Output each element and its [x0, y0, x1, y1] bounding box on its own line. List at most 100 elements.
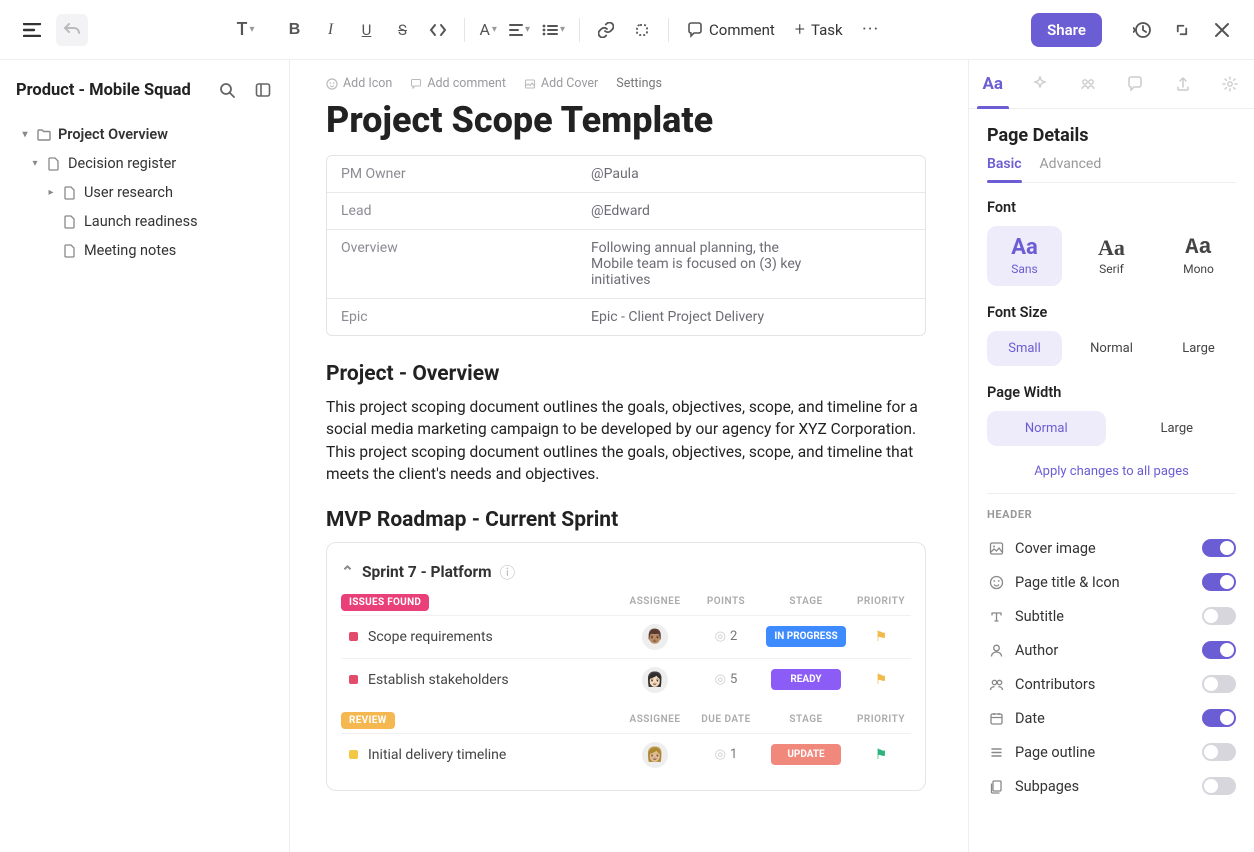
toggle-switch[interactable]	[1202, 607, 1236, 625]
font-option-mono[interactable]: AaMono	[1161, 226, 1236, 286]
text-icon	[987, 609, 1005, 624]
priority-flag-icon[interactable]: ⚑	[875, 747, 888, 763]
tree-item-project-overview[interactable]: ▾ Project Overview	[16, 120, 277, 149]
section-tag-issues[interactable]: ISSUES FOUND	[341, 594, 429, 611]
subtab-advanced[interactable]: Advanced	[1040, 156, 1102, 182]
subtab-basic[interactable]: Basic	[987, 156, 1022, 182]
stage-pill[interactable]: READY	[771, 669, 841, 690]
settings-action[interactable]: Settings	[616, 76, 662, 91]
unlink-button[interactable]	[626, 14, 658, 46]
task-button[interactable]: + Task	[787, 13, 851, 46]
toggle-switch[interactable]	[1202, 777, 1236, 795]
tree-item-launch-readiness[interactable]: Launch readiness	[16, 207, 277, 236]
font-section-label: Font	[987, 199, 1236, 216]
apply-all-link[interactable]: Apply changes to all pages	[987, 464, 1236, 479]
toggle-switch[interactable]	[1202, 743, 1236, 761]
info-row-overview[interactable]: OverviewFollowing annual planning, the M…	[327, 229, 925, 298]
toggle-row-author: Author	[987, 633, 1236, 667]
toggle-label: Page title & Icon	[1015, 574, 1120, 591]
col-header: STAGE	[761, 714, 851, 725]
text-style-dropdown[interactable]: T▾	[232, 14, 258, 46]
toggle-row-cover-image: Cover image	[987, 531, 1236, 565]
page-width-label: Page Width	[987, 384, 1236, 401]
add-cover-action[interactable]: Add Cover	[524, 76, 598, 91]
doc-meta-actions: Add Icon Add comment Add Cover Settings	[326, 76, 932, 91]
collapse-icon[interactable]	[1166, 14, 1198, 46]
width-option-large[interactable]: Large	[1118, 411, 1237, 446]
close-icon[interactable]	[1206, 14, 1238, 46]
col-header: POINTS	[691, 596, 761, 607]
add-comment-action[interactable]: Add comment	[410, 76, 506, 91]
tree-item-user-research[interactable]: ▸ User research	[16, 178, 277, 207]
add-icon-action[interactable]: Add Icon	[326, 76, 392, 91]
size-option-large[interactable]: Large	[1161, 331, 1236, 366]
comment-button[interactable]: Comment	[679, 15, 783, 45]
link-button[interactable]	[590, 14, 622, 46]
toggle-switch[interactable]	[1202, 675, 1236, 693]
font-option-sans[interactable]: AaSans	[987, 226, 1062, 286]
toggle-row-subpages: Subpages	[987, 769, 1236, 803]
tree-item-meeting-notes[interactable]: Meeting notes	[16, 236, 277, 265]
tab-export[interactable]	[1159, 60, 1207, 108]
task-row[interactable]: Establish stakeholders 👩🏻 ◎5 READY ⚑	[341, 658, 911, 701]
italic-button[interactable]: I	[314, 14, 346, 46]
size-option-normal[interactable]: Normal	[1074, 331, 1149, 366]
tab-details[interactable]: Aa	[969, 60, 1017, 108]
font-options: AaSans AaSerif AaMono	[987, 226, 1236, 286]
toggle-label: Subtitle	[1015, 608, 1064, 625]
heading-mvp-roadmap[interactable]: MVP Roadmap - Current Sprint	[326, 508, 932, 532]
text-style-group: T▾ B I U S A▾ ▾ ▾	[232, 13, 886, 46]
search-icon[interactable]	[213, 76, 241, 104]
priority-flag-icon[interactable]: ⚑	[875, 629, 888, 645]
overview-paragraph[interactable]: This project scoping document outlines t…	[326, 396, 932, 486]
sprint-header[interactable]: ⌃ Sprint 7 - Platform ⓘ	[341, 553, 911, 593]
heading-project-overview[interactable]: Project - Overview	[326, 362, 932, 386]
toggle-switch[interactable]	[1202, 641, 1236, 659]
workspace-title: Product - Mobile Squad	[16, 81, 205, 100]
undo-button[interactable]	[56, 14, 88, 46]
priority-flag-icon[interactable]: ⚑	[875, 672, 888, 688]
task-row[interactable]: Initial delivery timeline 👩🏼 ◎1 UPDATE ⚑	[341, 733, 911, 776]
col-header: PRIORITY	[851, 714, 911, 725]
toggle-switch[interactable]	[1202, 539, 1236, 557]
font-option-serif[interactable]: AaSerif	[1074, 226, 1149, 286]
code-button[interactable]	[422, 14, 454, 46]
tab-share[interactable]	[1064, 60, 1112, 108]
avatar[interactable]: 👨🏽	[642, 624, 668, 650]
bold-button[interactable]: B	[278, 14, 310, 46]
stage-pill[interactable]: IN PROGRESS	[766, 626, 845, 647]
underline-button[interactable]: U	[350, 14, 382, 46]
avatar[interactable]: 👩🏼	[642, 742, 668, 768]
strikethrough-button[interactable]: S	[386, 14, 418, 46]
tree-item-decision-register[interactable]: ▾ Decision register	[16, 149, 277, 178]
share-button[interactable]: Share	[1031, 13, 1102, 47]
sidebar-toggle-icon[interactable]	[249, 76, 277, 104]
more-icon[interactable]: ···	[855, 14, 887, 46]
pages-icon	[987, 779, 1005, 794]
toggle-switch[interactable]	[1202, 573, 1236, 591]
task-row[interactable]: Scope requirements 👨🏽 ◎2 IN PROGRESS ⚑	[341, 615, 911, 658]
menu-icon[interactable]	[16, 14, 48, 46]
info-row-lead[interactable]: Lead@Edward	[327, 192, 925, 229]
tab-ai[interactable]	[1017, 60, 1065, 108]
text-color-dropdown[interactable]: A▾	[475, 14, 500, 46]
section-tag-review[interactable]: REVIEW	[341, 712, 395, 729]
history-icon[interactable]	[1126, 14, 1158, 46]
list-dropdown[interactable]: ▾	[538, 14, 569, 46]
toggle-label: Contributors	[1015, 676, 1095, 693]
stage-pill[interactable]: UPDATE	[771, 744, 841, 765]
document-area: Add Icon Add comment Add Cover Settings …	[290, 60, 968, 852]
avatar[interactable]: 👩🏻	[642, 667, 668, 693]
size-option-small[interactable]: Small	[987, 331, 1062, 366]
width-option-normal[interactable]: Normal	[987, 411, 1106, 446]
user-icon	[987, 643, 1005, 658]
info-row-owner[interactable]: PM Owner@Paula	[327, 156, 925, 192]
align-dropdown[interactable]: ▾	[505, 14, 534, 46]
toggle-switch[interactable]	[1202, 709, 1236, 727]
info-row-epic[interactable]: EpicEpic - Client Project Delivery	[327, 298, 925, 335]
calendar-icon	[987, 711, 1005, 726]
tab-comments[interactable]	[1112, 60, 1160, 108]
page-title[interactable]: Project Scope Template	[326, 99, 932, 141]
tab-settings[interactable]	[1207, 60, 1254, 108]
smile-icon	[987, 575, 1005, 590]
